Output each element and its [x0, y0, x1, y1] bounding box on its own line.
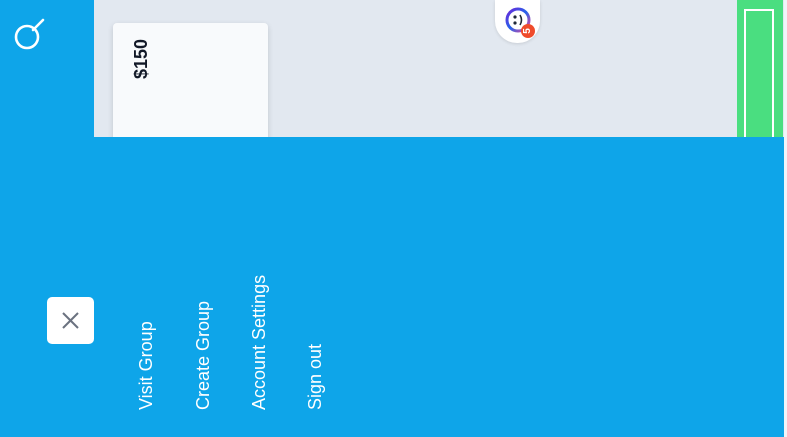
- menu-item-sign-out[interactable]: Sign out: [305, 344, 325, 410]
- close-icon: [62, 312, 79, 329]
- brand-rail: [0, 0, 94, 437]
- menu-item-visit-group[interactable]: Visit Group: [136, 321, 156, 410]
- green-panel-frame: [744, 9, 774, 137]
- close-menu-button[interactable]: [47, 297, 94, 344]
- green-panel[interactable]: [737, 0, 783, 137]
- dashboard-content: $150 5: [94, 0, 787, 137]
- price-card[interactable]: $150: [113, 23, 268, 137]
- price-value: $150: [131, 39, 151, 80]
- notification-button[interactable]: 5: [495, 0, 540, 43]
- app-window: $150 5 Visit Group Create Group Account …: [0, 0, 787, 437]
- notification-count-badge: 5: [521, 24, 535, 38]
- menu-item-account-settings[interactable]: Account Settings: [249, 275, 269, 410]
- menu-item-create-group[interactable]: Create Group: [193, 301, 213, 410]
- dial-logo-icon[interactable]: [12, 18, 46, 52]
